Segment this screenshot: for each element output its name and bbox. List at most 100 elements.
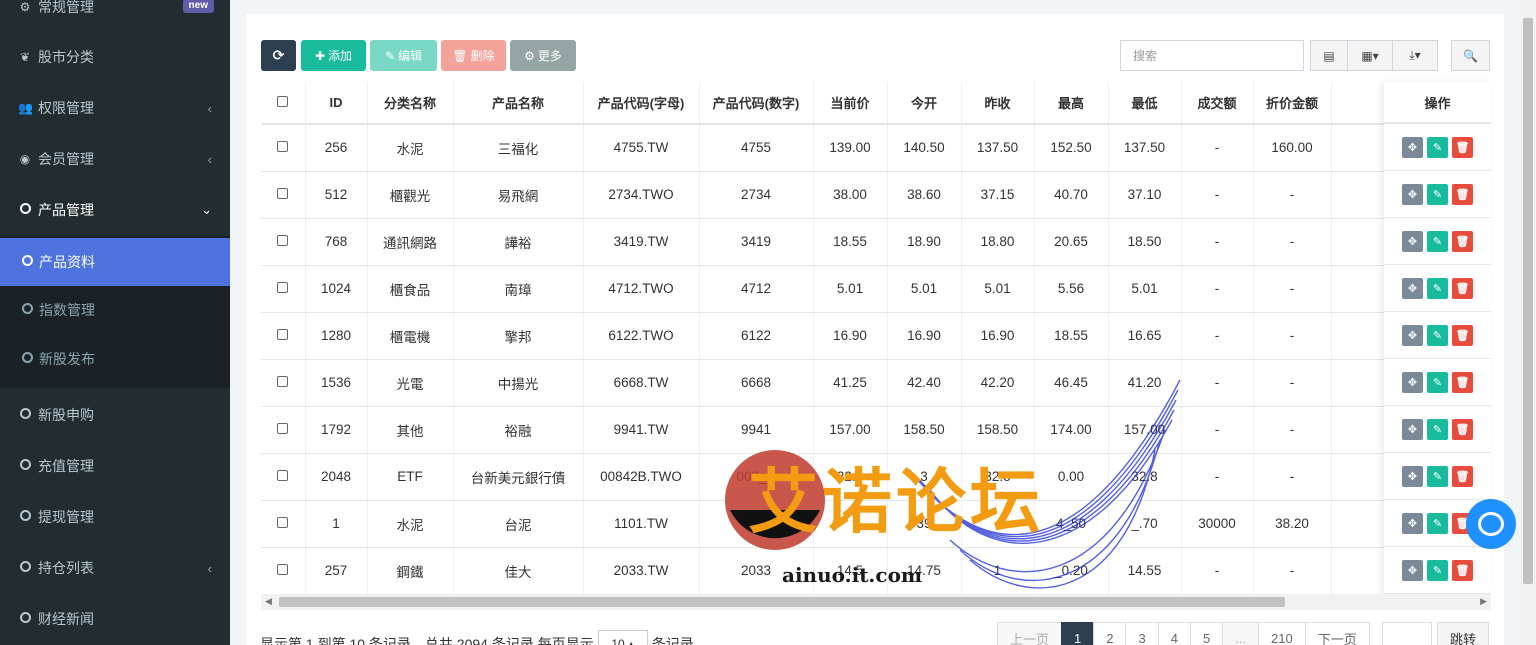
trash-icon[interactable]: 🗑 bbox=[1452, 136, 1473, 158]
edit-icon[interactable]: ✎ bbox=[1427, 136, 1448, 158]
edit-icon[interactable]: ✎ bbox=[1427, 559, 1448, 581]
delete-button[interactable]: 🗑 删除 bbox=[441, 40, 506, 71]
edit-icon[interactable]: ✎ bbox=[1427, 183, 1448, 205]
toggle-view-button[interactable]: ▤ bbox=[1310, 40, 1348, 71]
column-header[interactable]: 折价金额 bbox=[1253, 82, 1332, 125]
scrollbar-thumb[interactable] bbox=[1523, 18, 1533, 584]
drag-icon[interactable]: ✥ bbox=[1402, 230, 1423, 252]
table-row[interactable]: 768 通訊網路 譁裕 3419.TW 3419 18.55 18.90 18.80 20.65… bbox=[261, 218, 1486, 266]
column-header[interactable]: 最低 bbox=[1108, 82, 1182, 125]
column-header[interactable]: 产品代码(字母) bbox=[583, 82, 700, 125]
sidebar-item-positions[interactable]: 持仓列表 ‹ bbox=[0, 543, 230, 593]
add-button[interactable]: ✚ 添加 bbox=[301, 40, 366, 71]
drag-icon[interactable]: ✥ bbox=[1402, 559, 1423, 581]
drag-icon[interactable]: ✥ bbox=[1402, 418, 1423, 440]
drag-icon[interactable]: ✥ bbox=[1402, 324, 1423, 346]
prev-page-button[interactable]: 上一页 bbox=[997, 622, 1063, 645]
edit-icon[interactable]: ✎ bbox=[1427, 371, 1448, 393]
page-vertical-scrollbar[interactable] bbox=[1520, 0, 1536, 645]
column-header[interactable]: 今开 bbox=[887, 82, 962, 125]
page-button[interactable]: 210 bbox=[1258, 622, 1306, 645]
column-header[interactable]: 成交额 bbox=[1181, 82, 1254, 125]
edit-button[interactable]: ✎ 编辑 bbox=[370, 40, 437, 71]
search-button[interactable]: 🔍 bbox=[1451, 40, 1490, 71]
edit-icon[interactable]: ✎ bbox=[1427, 277, 1448, 299]
drag-icon[interactable]: ✥ bbox=[1402, 136, 1423, 158]
row-checkbox[interactable] bbox=[261, 171, 306, 219]
drag-icon[interactable]: ✥ bbox=[1402, 371, 1423, 393]
sidebar-item-recharge[interactable]: 充值管理 bbox=[0, 441, 230, 491]
scroll-left-icon[interactable]: ◀ bbox=[265, 596, 272, 607]
table-row[interactable]: 1024 櫃食品 南璋 4712.TWO 4712 5.01 5.01 5.01 5.56 5.0… bbox=[261, 265, 1486, 313]
row-checkbox[interactable] bbox=[261, 500, 306, 548]
column-header[interactable]: ID bbox=[305, 82, 368, 125]
column-header[interactable]: 产品名称 bbox=[453, 82, 584, 125]
sidebar-item-members[interactable]: ◉ 会员管理 ‹ bbox=[0, 134, 230, 184]
column-header[interactable]: 分类名称 bbox=[367, 82, 454, 125]
search-input[interactable]: 搜索 bbox=[1120, 40, 1304, 71]
table-row[interactable]: 256 水泥 三福化 4755.TW 4755 139.00 140.50 137.50 152… bbox=[261, 124, 1486, 172]
table-cell: 光電 bbox=[367, 359, 454, 407]
chat-bubble-button[interactable] bbox=[1466, 499, 1516, 549]
table-row[interactable]: 1536 光電 中揚光 6668.TW 6668 41.25 42.40 42.20 46.45… bbox=[261, 359, 1486, 407]
export-button[interactable]: ⤓▾ bbox=[1392, 40, 1438, 71]
edit-icon[interactable]: ✎ bbox=[1427, 418, 1448, 440]
jump-page-input[interactable] bbox=[1382, 622, 1432, 645]
sidebar-item-withdraw[interactable]: 提现管理 bbox=[0, 492, 230, 542]
trash-icon[interactable]: 🗑 bbox=[1452, 183, 1473, 205]
sidebar-item-general[interactable]: ⚙ 常规管理 new bbox=[0, 0, 230, 32]
page-button[interactable]: 3 bbox=[1125, 622, 1159, 645]
sidebar-item-market-category[interactable]: ❦ 股市分类 bbox=[0, 32, 230, 82]
sidebar-subitem-index[interactable]: 指数管理 bbox=[0, 286, 230, 334]
trash-icon[interactable]: 🗑 bbox=[1452, 230, 1473, 252]
trash-icon[interactable]: 🗑 bbox=[1452, 418, 1473, 440]
table-row[interactable]: 512 櫃觀光 易飛網 2734.TWO 2734 38.00 38.60 37.15 40.7… bbox=[261, 171, 1486, 219]
table-row[interactable]: 1280 櫃電機 擎邦 6122.TWO 6122 16.90 16.90 16.90 18.5… bbox=[261, 312, 1486, 360]
sidebar-subitem-product-info[interactable]: 产品资料 bbox=[0, 238, 230, 286]
page-button[interactable]: 1 bbox=[1061, 622, 1095, 645]
edit-icon[interactable]: ✎ bbox=[1427, 512, 1448, 534]
row-checkbox[interactable] bbox=[261, 359, 306, 407]
columns-button[interactable]: ▦▾ bbox=[1347, 40, 1393, 71]
horizontal-scrollbar[interactable]: ◀ ▶ bbox=[261, 594, 1491, 610]
jump-button[interactable]: 跳转 bbox=[1437, 622, 1489, 645]
more-button[interactable]: ⚙ 更多 bbox=[510, 40, 576, 71]
page-button[interactable]: 2 bbox=[1093, 622, 1127, 645]
sidebar-subitem-ipo-release[interactable]: 新股发布 bbox=[0, 335, 230, 383]
trash-icon[interactable]: 🗑 bbox=[1452, 371, 1473, 393]
trash-icon[interactable]: 🗑 bbox=[1452, 465, 1473, 487]
scroll-right-icon[interactable]: ▶ bbox=[1480, 596, 1487, 607]
row-checkbox[interactable] bbox=[261, 265, 306, 313]
column-header[interactable]: 最高 bbox=[1034, 82, 1109, 125]
drag-icon[interactable]: ✥ bbox=[1402, 512, 1423, 534]
column-header[interactable]: 昨收 bbox=[961, 82, 1035, 125]
sidebar-item-products[interactable]: 产品管理 ⌄ bbox=[0, 185, 230, 235]
sidebar-item-ipo-subscribe[interactable]: 新股申购 bbox=[0, 390, 230, 440]
row-checkbox[interactable] bbox=[261, 124, 306, 172]
column-header[interactable]: 当前价 bbox=[813, 82, 888, 125]
row-checkbox[interactable] bbox=[261, 312, 306, 360]
select-all-checkbox[interactable] bbox=[261, 82, 306, 125]
drag-icon[interactable]: ✥ bbox=[1402, 465, 1423, 487]
page-button[interactable]: 5 bbox=[1189, 622, 1224, 645]
row-checkbox[interactable] bbox=[261, 547, 306, 594]
scrollbar-thumb[interactable] bbox=[279, 597, 1285, 607]
edit-icon[interactable]: ✎ bbox=[1427, 324, 1448, 346]
column-header[interactable]: 产品代码(数字) bbox=[699, 82, 814, 125]
trash-icon[interactable]: 🗑 bbox=[1452, 559, 1473, 581]
sidebar-item-permissions[interactable]: 👥 权限管理 ‹ bbox=[0, 83, 230, 133]
trash-icon[interactable]: 🗑 bbox=[1452, 324, 1473, 346]
refresh-button[interactable]: ⟳ bbox=[261, 40, 296, 71]
next-page-button[interactable]: 下一页 bbox=[1304, 622, 1370, 645]
row-checkbox[interactable] bbox=[261, 218, 306, 266]
edit-icon[interactable]: ✎ bbox=[1427, 230, 1448, 252]
drag-icon[interactable]: ✥ bbox=[1402, 277, 1423, 299]
edit-icon[interactable]: ✎ bbox=[1427, 465, 1448, 487]
row-checkbox[interactable] bbox=[261, 406, 306, 454]
trash-icon[interactable]: 🗑 bbox=[1452, 277, 1473, 299]
page-size-select[interactable]: 10 ▴ bbox=[597, 630, 648, 645]
sidebar-item-news[interactable]: 财经新闻 bbox=[0, 594, 230, 644]
drag-icon[interactable]: ✥ bbox=[1402, 183, 1423, 205]
row-checkbox[interactable] bbox=[261, 453, 306, 501]
page-button[interactable]: 4 bbox=[1157, 622, 1191, 645]
